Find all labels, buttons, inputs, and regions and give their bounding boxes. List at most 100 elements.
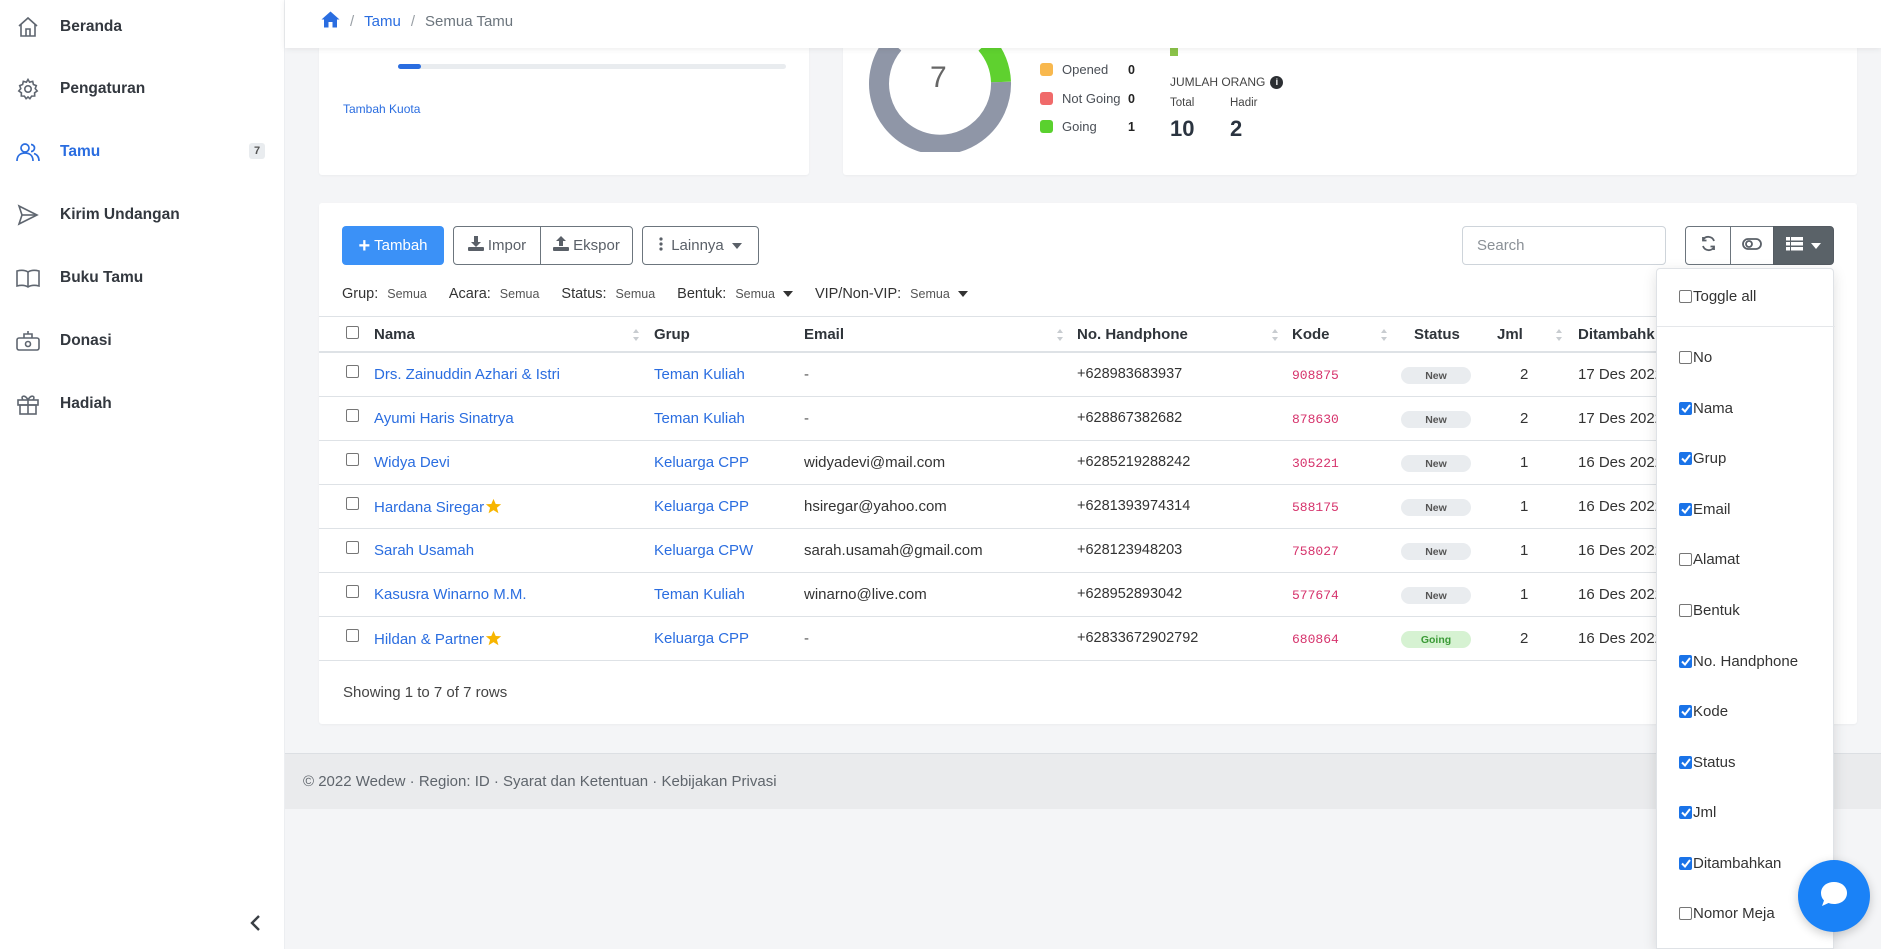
column-option-no[interactable]: No [1679,349,1712,366]
checkbox[interactable] [1679,705,1692,718]
checkbox[interactable] [1679,756,1692,769]
guest-group-link[interactable]: Teman Kuliah [654,410,745,427]
row-checkbox[interactable] [346,365,359,378]
sort-icon[interactable] [1380,328,1388,342]
column-option-ditambahkan[interactable]: Ditambahkan [1679,855,1781,872]
guest-name-link[interactable]: Ayumi Haris Sinatrya [374,410,514,427]
row-checkbox[interactable] [346,541,359,554]
column-option-nama[interactable]: Nama [1679,400,1733,417]
checkbox[interactable] [1679,290,1692,303]
guest-group-link[interactable]: Teman Kuliah [654,366,745,383]
checkbox[interactable] [1679,402,1692,415]
column-option-email[interactable]: Email [1679,501,1731,518]
refresh-button[interactable] [1685,226,1731,265]
home-icon[interactable] [321,11,340,32]
guest-name-link[interactable]: Kasusra Winarno M.M. [374,586,527,603]
toggle-view-button[interactable] [1730,226,1774,265]
sidebar-item-donasi[interactable]: Donasi [0,315,285,367]
guest-group-link[interactable]: Keluarga CPP [654,630,749,647]
search-input[interactable] [1462,226,1666,265]
checkbox[interactable] [1679,907,1692,920]
column-option-label: Nama [1693,400,1734,417]
table-row: Hardana Siregar Keluarga CPP hsiregar@ya… [319,485,1663,529]
sort-icon[interactable] [1555,328,1563,342]
column-option-jml[interactable]: Jml [1679,804,1716,821]
sort-icon[interactable] [1271,328,1279,342]
guest-name-link[interactable]: Drs. Zainuddin Azhari & Istri [374,366,560,383]
footer-text: © 2022 Wedew · Region: ID · Syarat dan K… [303,773,777,790]
guest-group-link[interactable]: Keluarga CPW [654,542,753,559]
guest-group-link[interactable]: Keluarga CPP [654,498,749,515]
select-all-checkbox[interactable] [346,326,359,339]
sidebar-item-beranda[interactable]: Beranda [0,1,285,53]
sidebar-item-kirim-undangan[interactable]: Kirim Undangan [0,189,285,241]
info-icon[interactable]: i [1270,75,1284,89]
guest-name-link[interactable]: Widya Devi [374,454,450,471]
column-option-alamat[interactable]: Alamat [1679,551,1740,568]
checkbox[interactable] [1679,857,1692,870]
upload-icon [553,236,570,255]
lainnya-dropdown-button[interactable]: Lainnya [642,226,759,265]
column-header-nama[interactable]: Nama [374,326,415,343]
column-header-status[interactable]: Status [1414,326,1460,343]
column-option-grup[interactable]: Grup [1679,450,1726,467]
guest-name-link[interactable]: Hildan & Partner [374,630,502,648]
row-checkbox[interactable] [346,629,359,642]
guest-group-link[interactable]: Keluarga CPP [654,454,749,471]
guest-name-link[interactable]: Hardana Siregar [374,498,502,516]
chat-support-button[interactable] [1798,860,1870,932]
impor-button[interactable]: Impor [453,226,541,265]
tambah-kuota-link[interactable]: Tambah Kuota [343,102,420,116]
tambah-button[interactable]: + Tambah [342,226,444,265]
checkbox[interactable] [1679,806,1692,819]
checkbox[interactable] [1679,503,1692,516]
columns-dropdown-button[interactable] [1773,226,1834,265]
status-badge: New [1401,367,1471,384]
filter-status[interactable]: Status: Semua [561,286,655,302]
column-header-kode[interactable]: Kode [1292,326,1330,343]
column-header-no-handphone[interactable]: No. Handphone [1077,326,1188,343]
column-header-email[interactable]: Email [804,326,844,343]
row-checkbox[interactable] [346,453,359,466]
row-checkbox[interactable] [346,497,359,510]
column-option-bentuk[interactable]: Bentuk [1679,602,1740,619]
checkbox[interactable] [1679,604,1692,617]
sidebar-item-buku-tamu[interactable]: Buku Tamu [0,252,285,304]
guest-group-link[interactable]: Teman Kuliah [654,586,745,603]
column-option-label: Ditambahkan [1693,855,1782,872]
collapse-sidebar-icon[interactable] [246,913,266,933]
checkbox[interactable] [1679,655,1692,668]
column-header-jml[interactable]: Jml [1497,326,1523,343]
column-option-kode[interactable]: Kode [1679,703,1728,720]
guest-name-link[interactable]: Sarah Usamah [374,542,474,559]
breadcrumb-tamu-link[interactable]: Tamu [364,13,401,30]
guest-email: widyadevi@mail.com [804,454,946,471]
breadcrumb: / Tamu / Semua Tamu [321,11,513,32]
sidebar-item-tamu[interactable]: Tamu 7 [0,126,285,178]
filter-grup[interactable]: Grup: Semua [342,286,427,302]
filter-acara[interactable]: Acara: Semua [449,286,540,302]
sidebar-item-pengaturan[interactable]: Pengaturan [0,63,285,115]
checkbox[interactable] [1679,452,1692,465]
legend-color-swatch [1040,63,1053,76]
checkbox[interactable] [1679,553,1692,566]
sidebar-item-label: Donasi [60,332,112,349]
column-header-ditambahkan[interactable]: Ditambahk [1578,326,1655,343]
filter-vip[interactable]: VIP/Non-VIP: Semua [815,286,968,302]
sort-icon[interactable] [1056,328,1064,342]
guest-email: - [804,366,809,383]
sort-icon[interactable] [632,328,640,342]
sidebar-item-hadiah[interactable]: Hadiah [0,378,285,430]
row-checkbox[interactable] [346,585,359,598]
column-option-nomor-meja[interactable]: Nomor Meja [1679,905,1775,922]
checkbox[interactable] [1679,351,1692,364]
column-header-grup[interactable]: Grup [654,326,690,343]
row-checkbox[interactable] [346,409,359,422]
column-toggle-all[interactable]: Toggle all [1679,288,1756,305]
ekspor-button[interactable]: Ekspor [540,226,633,265]
guest-phone: +6281393974314 [1077,498,1191,514]
column-option-no-handphone[interactable]: No. Handphone [1679,653,1798,670]
column-option-status[interactable]: Status [1679,754,1736,771]
filter-bentuk[interactable]: Bentuk: Semua [677,286,793,302]
guest-code: 588175 [1292,500,1339,515]
